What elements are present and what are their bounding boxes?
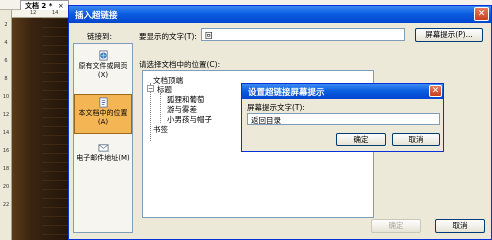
popup-title: 设置超链接屏幕提示 [248, 88, 325, 98]
link-to-sidebar: 原有文件或网页(X) 本文档中的位置(A) 电子邮件地址(M) [73, 43, 133, 233]
ruler-mark: 18 [2, 166, 10, 172]
sidebar-item-existing-file[interactable]: 原有文件或网页(X) [74, 48, 132, 90]
sidebar-item-label: 电子邮件地址(M) [76, 154, 130, 162]
display-text-input[interactable]: 回 [201, 28, 405, 41]
document-tab-label: 文档 2 [25, 2, 47, 10]
cancel-button[interactable]: 取消 [435, 219, 485, 233]
ruler-mark: 14 [52, 10, 59, 16]
tree-connector [160, 93, 161, 123]
screen-tip-dialog: 设置超链接屏幕提示 ✕ 屏幕提示文字(T): 返回目录 确定 取消 [241, 83, 444, 152]
popup-titlebar[interactable]: 设置超链接屏幕提示 ✕ [242, 84, 443, 99]
display-text-label: 要显示的文字(T): [139, 32, 197, 41]
ruler-mark: 2 [4, 22, 8, 28]
collapse-icon[interactable]: − [147, 85, 154, 92]
close-tab-icon[interactable]: × [58, 2, 64, 10]
screen-tip-label: 屏幕提示文字(T): [247, 103, 305, 112]
screen-tip-button[interactable]: 屏幕提示(P)... [415, 28, 483, 42]
ruler-mark: 22 [2, 202, 10, 208]
document-grid [42, 18, 68, 240]
ruler-mark: 20 [2, 184, 10, 190]
choose-place-label: 请选择文档中的位置(C): [139, 60, 221, 69]
sidebar-item-place-in-document[interactable]: 本文档中的位置(A) [74, 94, 132, 134]
ruler-mark: 12 [30, 10, 37, 16]
email-icon [97, 144, 109, 152]
ruler-mark: 14 [2, 130, 10, 136]
ruler-mark: 4 [4, 40, 8, 46]
ruler-mark: 10 [2, 94, 10, 100]
document-place-icon [98, 97, 108, 108]
horizontal-ruler: 12 14 [12, 10, 68, 18]
sidebar-item-email[interactable]: 电子邮件地址(M) [74, 140, 132, 180]
document-tab-marker: * [48, 2, 53, 10]
sidebar-item-label: 原有文件或网页(X) [78, 62, 128, 79]
close-icon[interactable]: ✕ [474, 7, 489, 21]
link-to-label: 链接到: [87, 32, 113, 41]
ok-button[interactable]: 确定 [371, 219, 421, 233]
dialog-titlebar[interactable]: 插入超链接 ✕ [69, 6, 491, 23]
close-icon[interactable]: ✕ [429, 85, 442, 97]
dialog-title: 插入超链接 [75, 11, 118, 21]
document-tab[interactable]: 文档 2 * × [20, 0, 69, 10]
screen-tip-input[interactable]: 返回目录 [247, 113, 440, 125]
popup-ok-button[interactable]: 确定 [336, 133, 386, 146]
popup-cancel-button[interactable]: 取消 [392, 133, 440, 146]
tree-node-bookmarks[interactable]: 书签 [153, 124, 168, 135]
globe-file-icon [98, 50, 108, 61]
ruler-mark: 12 [2, 112, 10, 118]
ruler-mark: 8 [4, 76, 8, 82]
ruler-mark: 6 [4, 58, 8, 64]
tree-node-heading-item[interactable]: 小男孩与帽子 [167, 114, 212, 125]
sidebar-item-label: 本文档中的位置(A) [78, 109, 128, 126]
vertical-ruler: 2 4 6 8 10 12 14 16 18 20 22 [0, 10, 12, 240]
ruler-mark: 16 [2, 148, 10, 154]
